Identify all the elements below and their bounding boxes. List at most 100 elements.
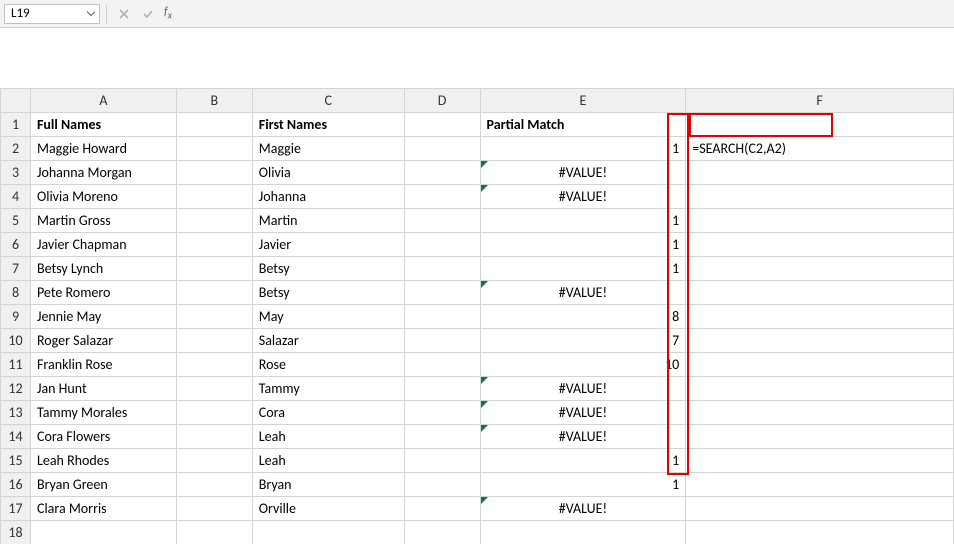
row-header[interactable]: 18 (1, 521, 31, 544)
cell[interactable] (176, 329, 252, 353)
cell[interactable]: Olivia (252, 161, 404, 185)
cell[interactable] (176, 281, 252, 305)
cell[interactable] (480, 521, 686, 544)
cell[interactable]: Martin Gross (30, 209, 176, 233)
row-header[interactable]: 10 (1, 329, 31, 353)
cell[interactable] (686, 257, 954, 281)
cell[interactable] (686, 113, 954, 137)
cell[interactable] (404, 449, 480, 473)
cell[interactable] (404, 521, 480, 544)
cell[interactable]: Maggie Howard (30, 137, 176, 161)
cell[interactable] (176, 377, 252, 401)
cell[interactable] (176, 473, 252, 497)
row-header[interactable]: 6 (1, 233, 31, 257)
cell[interactable] (404, 473, 480, 497)
col-header-D[interactable]: D (404, 89, 480, 113)
row-header[interactable]: 13 (1, 401, 31, 425)
cell[interactable] (404, 113, 480, 137)
cell[interactable]: 1 (480, 449, 686, 473)
cell[interactable]: 1 (480, 257, 686, 281)
cell[interactable]: Tammy Morales (30, 401, 176, 425)
cell[interactable]: #VALUE! (480, 281, 686, 305)
cell[interactable]: Roger Salazar (30, 329, 176, 353)
cell[interactable]: Olivia Moreno (30, 185, 176, 209)
cell[interactable]: Leah (252, 449, 404, 473)
cell[interactable] (252, 521, 404, 544)
cell[interactable]: Cora (252, 401, 404, 425)
cell[interactable] (686, 377, 954, 401)
cell[interactable]: Bryan (252, 473, 404, 497)
cell[interactable] (404, 401, 480, 425)
cell[interactable]: Bryan Green (30, 473, 176, 497)
cell[interactable] (686, 353, 954, 377)
cell[interactable] (686, 449, 954, 473)
cell[interactable] (404, 305, 480, 329)
row-header[interactable]: 12 (1, 377, 31, 401)
cell[interactable]: #VALUE! (480, 185, 686, 209)
cell[interactable] (404, 209, 480, 233)
cell[interactable]: Tammy (252, 377, 404, 401)
cell[interactable] (686, 521, 954, 544)
cell[interactable] (176, 113, 252, 137)
name-box[interactable] (5, 5, 83, 23)
col-header-A[interactable]: A (30, 89, 176, 113)
fx-icon[interactable]: fx (164, 5, 172, 21)
cell[interactable] (686, 473, 954, 497)
cell[interactable] (404, 353, 480, 377)
cell[interactable]: Salazar (252, 329, 404, 353)
cell[interactable]: First Names (252, 113, 404, 137)
cell[interactable] (686, 161, 954, 185)
cell[interactable]: Martin (252, 209, 404, 233)
cell[interactable]: Jennie May (30, 305, 176, 329)
cell[interactable] (30, 521, 176, 544)
cell[interactable] (686, 425, 954, 449)
cell[interactable]: =SEARCH(C2,A2) (686, 137, 954, 161)
row-header[interactable]: 8 (1, 281, 31, 305)
cell[interactable]: 1 (480, 209, 686, 233)
cell[interactable]: 8 (480, 305, 686, 329)
cell[interactable] (176, 257, 252, 281)
cell[interactable] (176, 185, 252, 209)
cell[interactable]: 1 (480, 137, 686, 161)
cell[interactable]: Rose (252, 353, 404, 377)
cell[interactable]: Maggie (252, 137, 404, 161)
cell[interactable] (176, 161, 252, 185)
cell[interactable]: Johanna (252, 185, 404, 209)
row-header[interactable]: 11 (1, 353, 31, 377)
cell[interactable] (686, 305, 954, 329)
cell[interactable]: Johanna Morgan (30, 161, 176, 185)
row-header[interactable]: 3 (1, 161, 31, 185)
cell[interactable] (404, 257, 480, 281)
cell[interactable]: Leah (252, 425, 404, 449)
cell[interactable]: 1 (480, 473, 686, 497)
cell[interactable]: Pete Romero (30, 281, 176, 305)
cell[interactable] (404, 281, 480, 305)
grid-area[interactable]: A B C D E F 1Full NamesFirst NamesPartia… (0, 88, 954, 544)
cell[interactable] (176, 233, 252, 257)
row-header[interactable]: 15 (1, 449, 31, 473)
cell[interactable]: Orville (252, 497, 404, 521)
cell[interactable] (686, 497, 954, 521)
formula-input[interactable] (178, 4, 950, 24)
row-header[interactable]: 14 (1, 425, 31, 449)
cell[interactable] (404, 425, 480, 449)
spreadsheet-grid[interactable]: A B C D E F 1Full NamesFirst NamesPartia… (0, 88, 954, 544)
cell[interactable]: Betsy (252, 281, 404, 305)
cell[interactable] (404, 497, 480, 521)
name-box-dropdown[interactable] (83, 5, 99, 23)
cell[interactable] (176, 137, 252, 161)
row-header[interactable]: 4 (1, 185, 31, 209)
cell[interactable]: Cora Flowers (30, 425, 176, 449)
cell[interactable] (176, 353, 252, 377)
cell[interactable] (404, 137, 480, 161)
cell[interactable] (176, 449, 252, 473)
enter-button[interactable] (136, 4, 160, 24)
cell[interactable]: Betsy (252, 257, 404, 281)
cell[interactable]: Clara Morris (30, 497, 176, 521)
cell[interactable] (176, 305, 252, 329)
cell[interactable] (404, 377, 480, 401)
col-header-C[interactable]: C (252, 89, 404, 113)
cancel-button[interactable] (112, 4, 136, 24)
select-all-corner[interactable] (1, 89, 31, 113)
cell[interactable] (686, 329, 954, 353)
